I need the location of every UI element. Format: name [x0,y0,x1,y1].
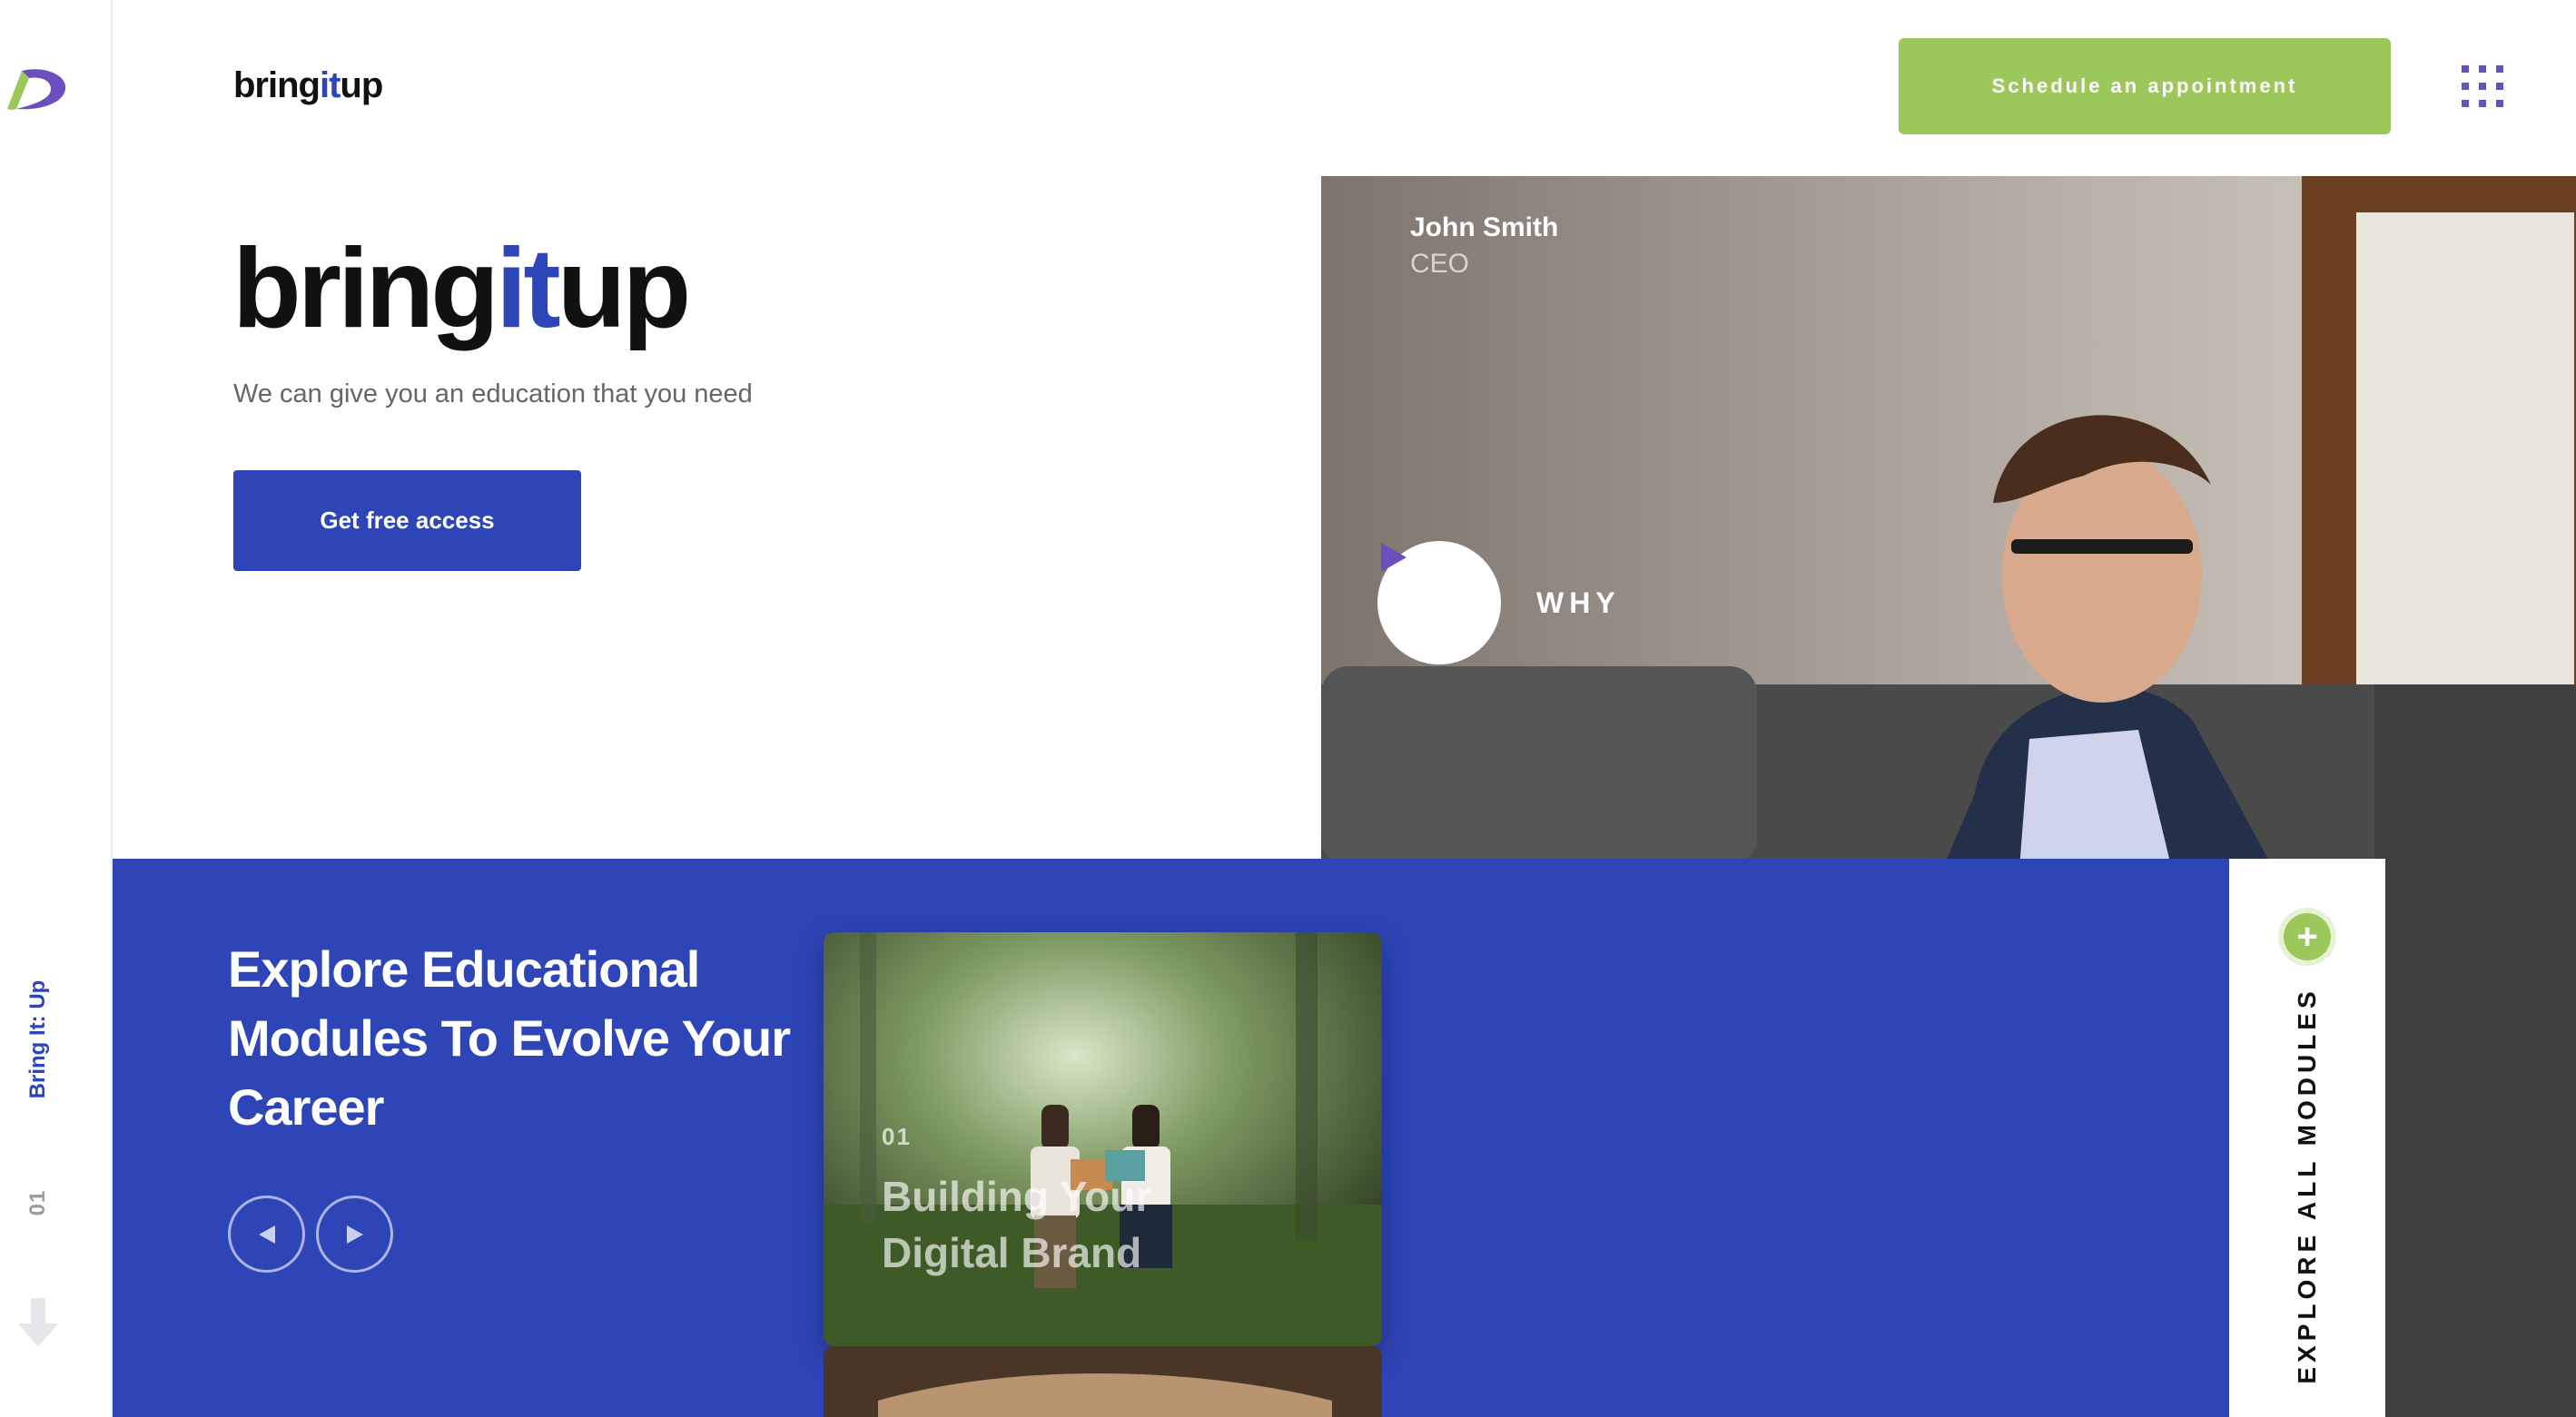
header-logo-part2: it [319,65,341,105]
hero-title-part1: bring [232,226,499,351]
modules-section-title: Explore Educational Modules To Evolve Yo… [228,940,791,1136]
header-logo[interactable]: bringitup [233,65,383,106]
prev-slide-button[interactable] [228,1196,305,1273]
explore-all-modules-label[interactable]: EXPLORE ALL MODULES [2293,987,2322,1383]
module-card[interactable]: 01 Building Your Digital Brand [824,932,1382,1346]
modules-section: Explore Educational Modules To Evolve Yo… [113,859,2229,1417]
explore-all-modules-panel[interactable]: + EXPLORE ALL MODULES [2229,859,2385,1417]
plus-icon[interactable]: + [2284,913,2331,960]
get-free-access-button[interactable]: Get free access [233,470,581,571]
header-logo-part1: bring [233,65,321,105]
play-icon [1381,543,1406,572]
module-card-next-photo [824,1346,1382,1417]
hero-title-part3: up [557,226,691,351]
arrow-left-icon [258,1225,275,1244]
header-logo-part3: up [340,65,383,105]
schedule-appointment-button[interactable]: Schedule an appointment [1899,38,2391,134]
module-number: 01 [882,1123,912,1150]
hero-title: bringitup [232,226,691,351]
play-video-button[interactable] [1377,541,1501,664]
arrow-right-icon [346,1225,363,1244]
hero-title-part2: it [495,226,561,351]
left-rail: Bring It: Up 01 [0,0,113,1417]
hero-subtitle: We can give you an education that you ne… [233,379,753,408]
module-title: Building Your Digital Brand [882,1173,1152,1276]
person-role: CEO [1410,249,1470,279]
module-card-next[interactable] [824,1346,1382,1417]
why-label[interactable]: WHY [1536,586,1621,620]
arrow-down-icon[interactable] [18,1298,58,1347]
next-slide-button[interactable] [316,1196,393,1273]
person-name: John Smith [1410,212,1559,242]
grid-menu-icon[interactable] [2462,65,2503,107]
brand-swoosh-icon[interactable] [4,64,69,114]
slide-number: 01 [25,1189,50,1216]
rail-brand-label[interactable]: Bring It: Up [25,980,51,1099]
